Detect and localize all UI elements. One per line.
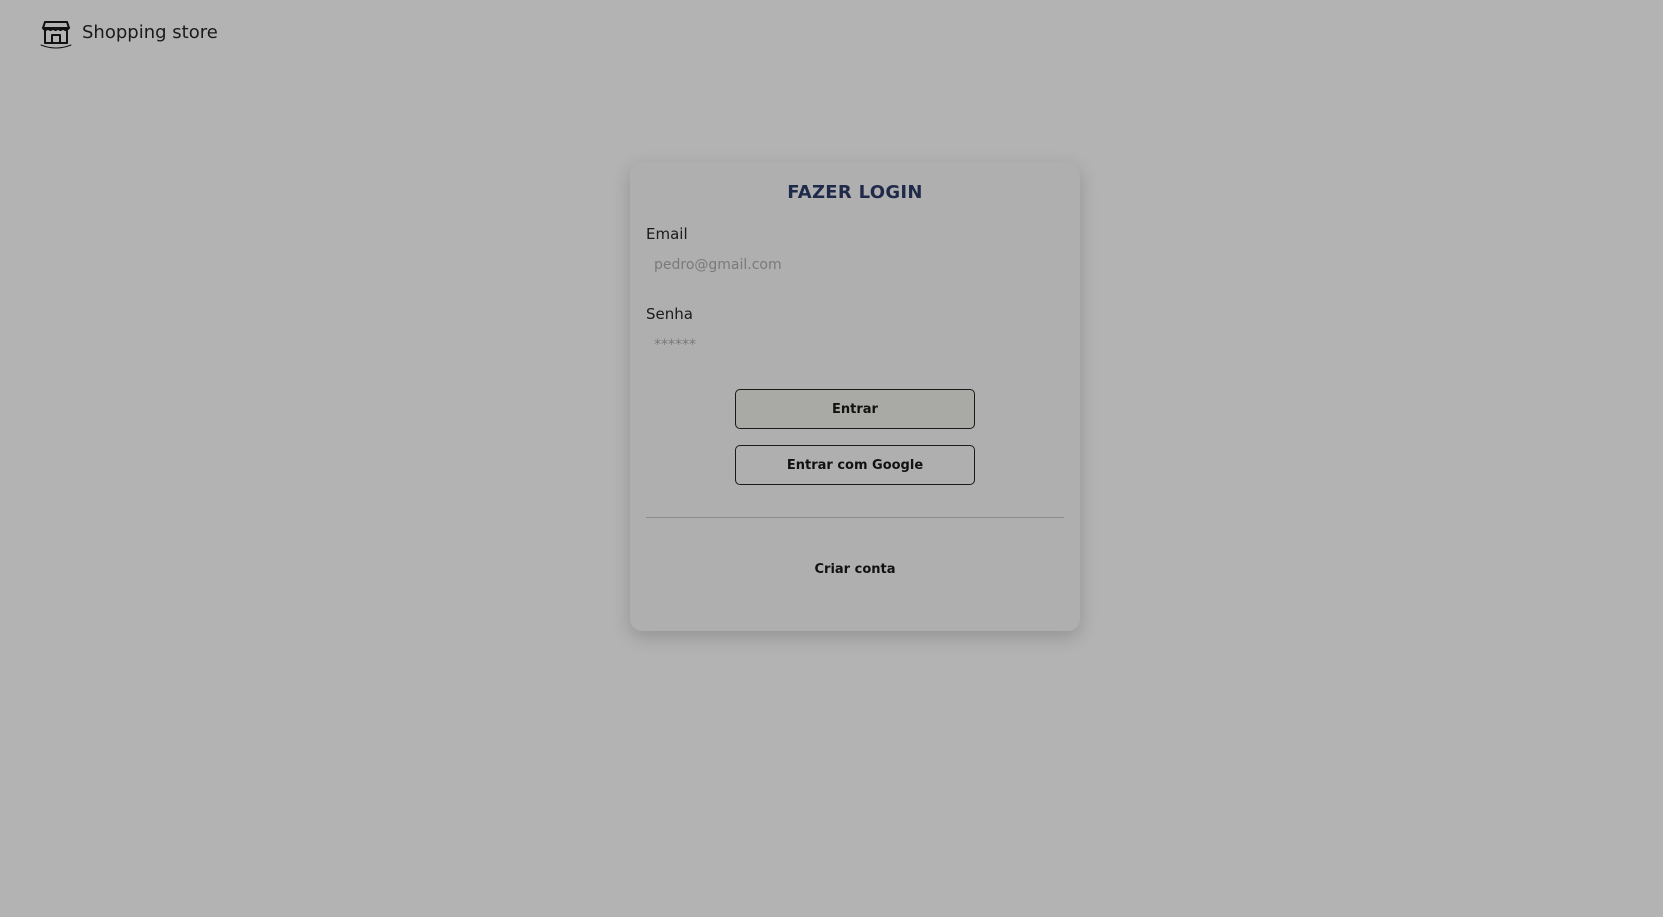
storefront-icon[interactable]: [38, 14, 74, 50]
login-card: FAZER LOGIN Email Senha Entrar Entrar co…: [630, 162, 1080, 631]
site-header: Shopping store: [38, 14, 218, 50]
create-account-link[interactable]: Criar conta: [646, 562, 1064, 577]
password-label: Senha: [646, 305, 693, 323]
password-field[interactable]: [646, 331, 1064, 359]
login-title: FAZER LOGIN: [787, 182, 923, 203]
google-login-button[interactable]: Entrar com Google: [735, 445, 975, 485]
login-button[interactable]: Entrar: [735, 389, 975, 429]
divider: [646, 517, 1064, 518]
brand-name[interactable]: Shopping store: [82, 22, 218, 43]
email-label: Email: [646, 225, 688, 243]
email-field[interactable]: [646, 251, 1064, 279]
